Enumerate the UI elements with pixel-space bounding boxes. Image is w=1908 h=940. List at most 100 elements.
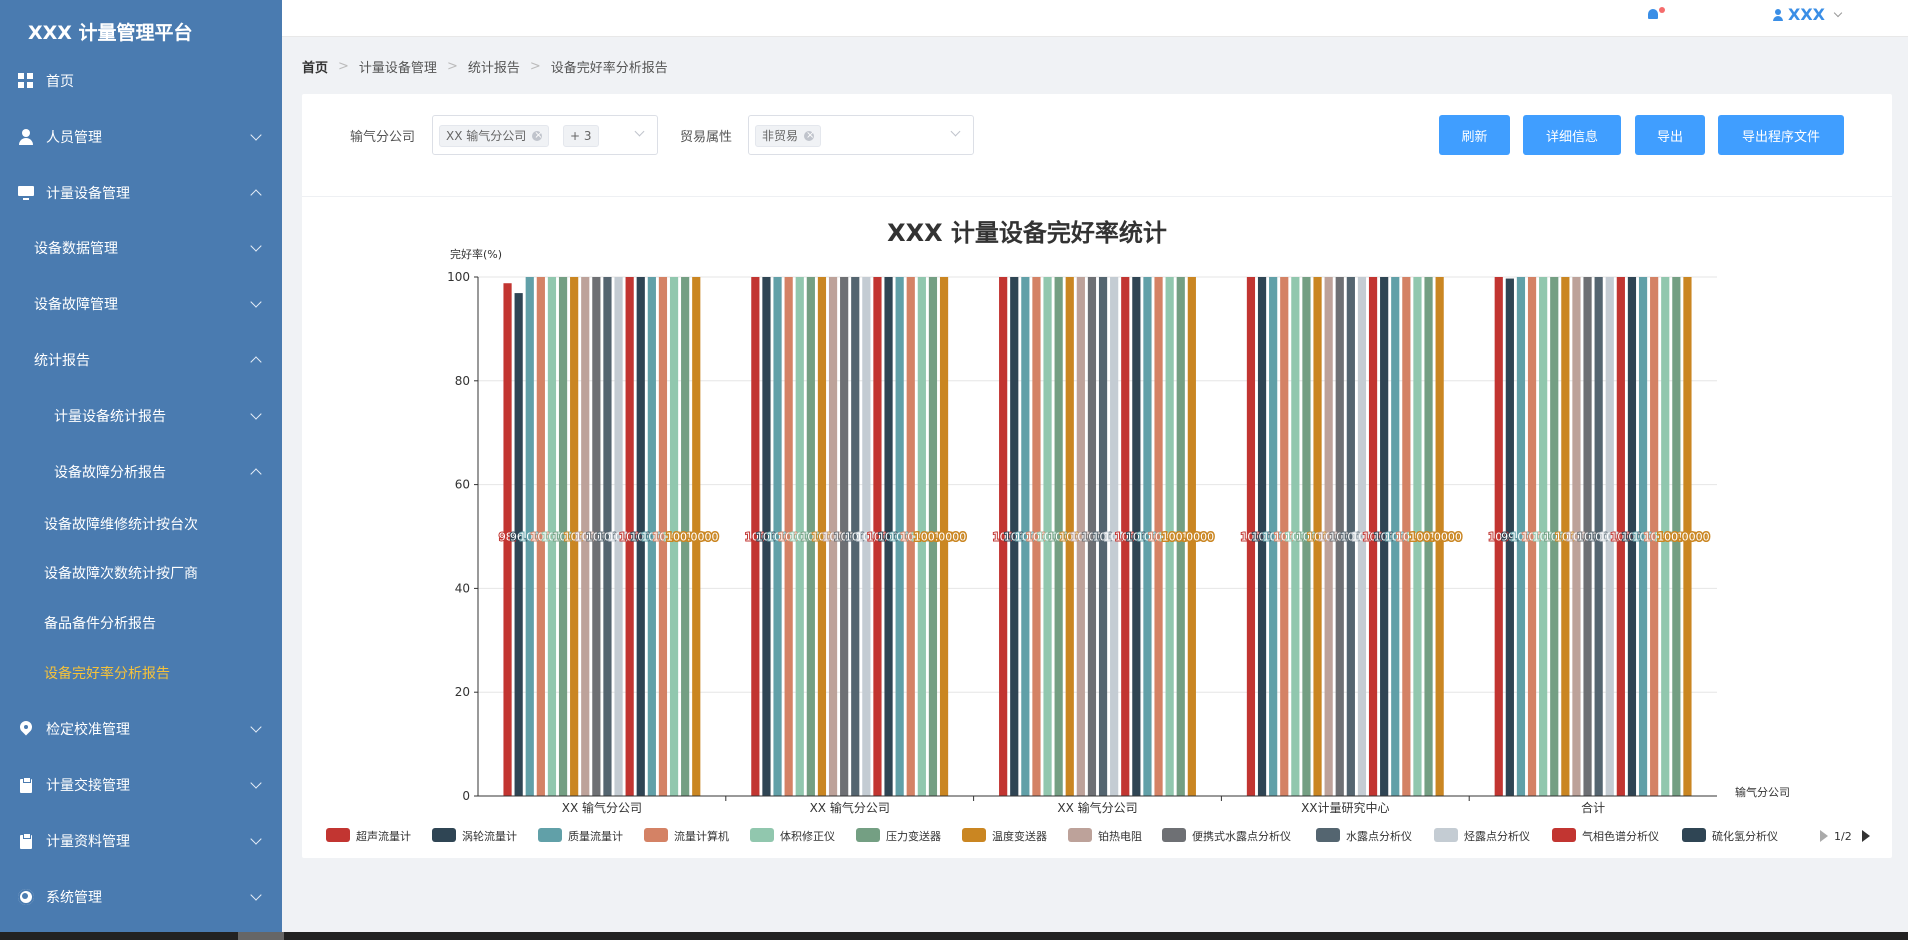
report-card: 输气分公司 XX 输气分公司 + 3 贸易属性 非贸易 刷新 详细信息 导出 导…	[302, 94, 1892, 858]
legend-swatch	[1068, 828, 1092, 842]
sidebar-item-label: 设备故障维修统计按台次	[44, 517, 198, 533]
chevron-down-icon	[250, 296, 262, 308]
chevron-down-icon	[250, 129, 262, 141]
x-tick-label: XX计量研究中心	[1301, 800, 1389, 815]
sidebar-item-calibration[interactable]: 检定校准管理	[0, 709, 282, 749]
sidebar-item-stat-report[interactable]: 统计报告	[0, 340, 282, 380]
legend-label: 温度变送器	[992, 829, 1047, 843]
x-tick-label: XX 输气分公司	[562, 800, 642, 815]
legend-page-indicator: 1/2	[1834, 830, 1852, 843]
chevron-down-icon	[250, 889, 262, 901]
breadcrumb: 首页 > 计量设备管理 > 统计报告 > 设备完好率分析报告	[302, 57, 668, 76]
chevron-down-icon	[250, 833, 262, 845]
chart-data-labels: 98.96.1001001001001001001001001001001001…	[498, 529, 1711, 545]
legend-swatch	[432, 828, 456, 842]
x-tick-label: XX 输气分公司	[1057, 800, 1137, 815]
x-tick-label: XX 输气分公司	[810, 800, 890, 815]
legend-prev-icon	[1820, 830, 1828, 842]
legend-label: 体积修正仪	[780, 829, 835, 843]
legend-swatch	[962, 828, 986, 842]
chevron-up-icon	[250, 189, 262, 201]
user-menu[interactable]: XXX	[1772, 5, 1843, 24]
legend-swatch	[1162, 828, 1186, 842]
chevron-up-icon	[250, 468, 262, 480]
gear-icon	[18, 889, 34, 905]
sidebar-item-handover[interactable]: 计量交接管理	[0, 765, 282, 805]
sidebar-item-label: 设备数据管理	[34, 241, 118, 257]
monitor-icon	[18, 185, 34, 201]
legend-swatch	[1434, 828, 1458, 842]
sidebar-item-label: 计量设备统计报告	[54, 409, 166, 425]
bell-icon[interactable]	[1647, 7, 1665, 20]
top-header: XXX	[282, 0, 1908, 37]
legend-label: 气相色谱分析仪	[1582, 829, 1659, 843]
legend-swatch	[326, 828, 350, 842]
chevron-down-icon	[250, 721, 262, 733]
y-tick-label: 20	[455, 685, 470, 699]
sidebar-item-label: 首页	[46, 74, 74, 90]
legend-label: 烃露点分析仪	[1464, 829, 1530, 843]
chevron-down-icon	[250, 240, 262, 252]
sidebar-item-home[interactable]: 首页	[0, 61, 282, 101]
sidebar-item-spare-parts[interactable]: 备品备件分析报告	[0, 603, 282, 643]
sidebar-item-device-fault[interactable]: 设备故障管理	[0, 284, 282, 324]
clipboard-icon	[18, 833, 34, 849]
intact-rate-chart: XXX 计量设备完好率统计 完好率(%) 输气分公司 98.96.1001001…	[326, 219, 1870, 843]
sidebar-item-label: 设备故障分析报告	[54, 465, 166, 481]
legend-label: 水露点分析仪	[1346, 829, 1412, 843]
legend-label: 硫化氢分析仪	[1712, 829, 1778, 843]
sidebar-item-device-mgmt[interactable]: 计量设备管理	[0, 173, 282, 213]
y-tick-label: 100	[447, 270, 470, 284]
x-axis-label: 输气分公司	[1735, 785, 1790, 799]
sidebar-item-label: 设备故障管理	[34, 297, 118, 313]
breadcrumb-item: 设备完好率分析报告	[550, 61, 668, 76]
sidebar-item-personnel[interactable]: 人员管理	[0, 117, 282, 157]
sidebar-item-label: 计量交接管理	[46, 778, 130, 794]
sidebar-item-label: 设备完好率分析报告	[44, 666, 170, 682]
chevron-down-icon	[250, 777, 262, 789]
breadcrumb-item[interactable]: 首页	[302, 57, 328, 76]
y-tick-label: 0	[462, 789, 470, 803]
y-tick-label: 40	[455, 581, 470, 595]
y-tick-label: 80	[455, 374, 470, 388]
sidebar-item-repair-by-unit[interactable]: 设备故障维修统计按台次	[0, 504, 282, 544]
legend-swatch	[1552, 828, 1576, 842]
legend-swatch	[538, 828, 562, 842]
bar-data-label: 100.0000	[1162, 531, 1215, 544]
chevron-up-icon	[250, 356, 262, 368]
legend-label: 铂热电阻	[1098, 829, 1142, 843]
breadcrumb-separator-icon: >	[338, 59, 349, 74]
scrollbar-thumb[interactable]	[238, 932, 284, 940]
legend-label: 涡轮流量计	[462, 829, 517, 843]
breadcrumb-item[interactable]: 计量设备管理	[359, 57, 437, 76]
chevron-down-icon	[250, 408, 262, 420]
brand-title: XXX 计量管理平台	[28, 22, 193, 44]
x-tick-label: 合计	[1581, 800, 1605, 815]
legend-label: 超声流量计	[356, 829, 411, 843]
breadcrumb-item[interactable]: 统计报告	[468, 57, 520, 76]
chevron-down-icon	[1833, 8, 1843, 18]
bar-data-label: 100.0000	[914, 531, 967, 544]
user-icon	[18, 129, 34, 145]
legend-swatch	[1316, 828, 1340, 842]
sidebar-item-documents[interactable]: 计量资料管理	[0, 821, 282, 861]
bottom-scrollbar[interactable]	[0, 932, 1908, 940]
legend-swatch	[750, 828, 774, 842]
legend-swatch	[644, 828, 668, 842]
username: XXX	[1788, 5, 1826, 24]
legend-label: 流量计算机	[674, 829, 729, 843]
sidebar-item-system[interactable]: 系统管理	[0, 877, 282, 917]
sidebar-item-label: 设备故障次数统计按厂商	[44, 566, 198, 582]
sidebar-item-fault-by-vendor[interactable]: 设备故障次数统计按厂商	[0, 553, 282, 593]
grid-icon	[18, 73, 34, 89]
breadcrumb-separator-icon: >	[529, 59, 541, 74]
sidebar-item-intact-rate[interactable]: 设备完好率分析报告	[0, 653, 282, 693]
sidebar-item-device-data[interactable]: 设备数据管理	[0, 228, 282, 268]
legend-label: 质量流量计	[568, 829, 623, 843]
breadcrumb-separator-icon: >	[446, 59, 458, 74]
sidebar-item-label: 人员管理	[46, 130, 102, 146]
sidebar-item-device-stat-report[interactable]: 计量设备统计报告	[0, 396, 282, 436]
sidebar: XXX 计量管理平台 首页 人员管理 计量设备管理 设备数据管理 设备故障管理 …	[0, 0, 282, 932]
sidebar-item-fault-analysis[interactable]: 设备故障分析报告	[0, 452, 282, 492]
sidebar-item-label: 计量设备管理	[46, 186, 130, 202]
